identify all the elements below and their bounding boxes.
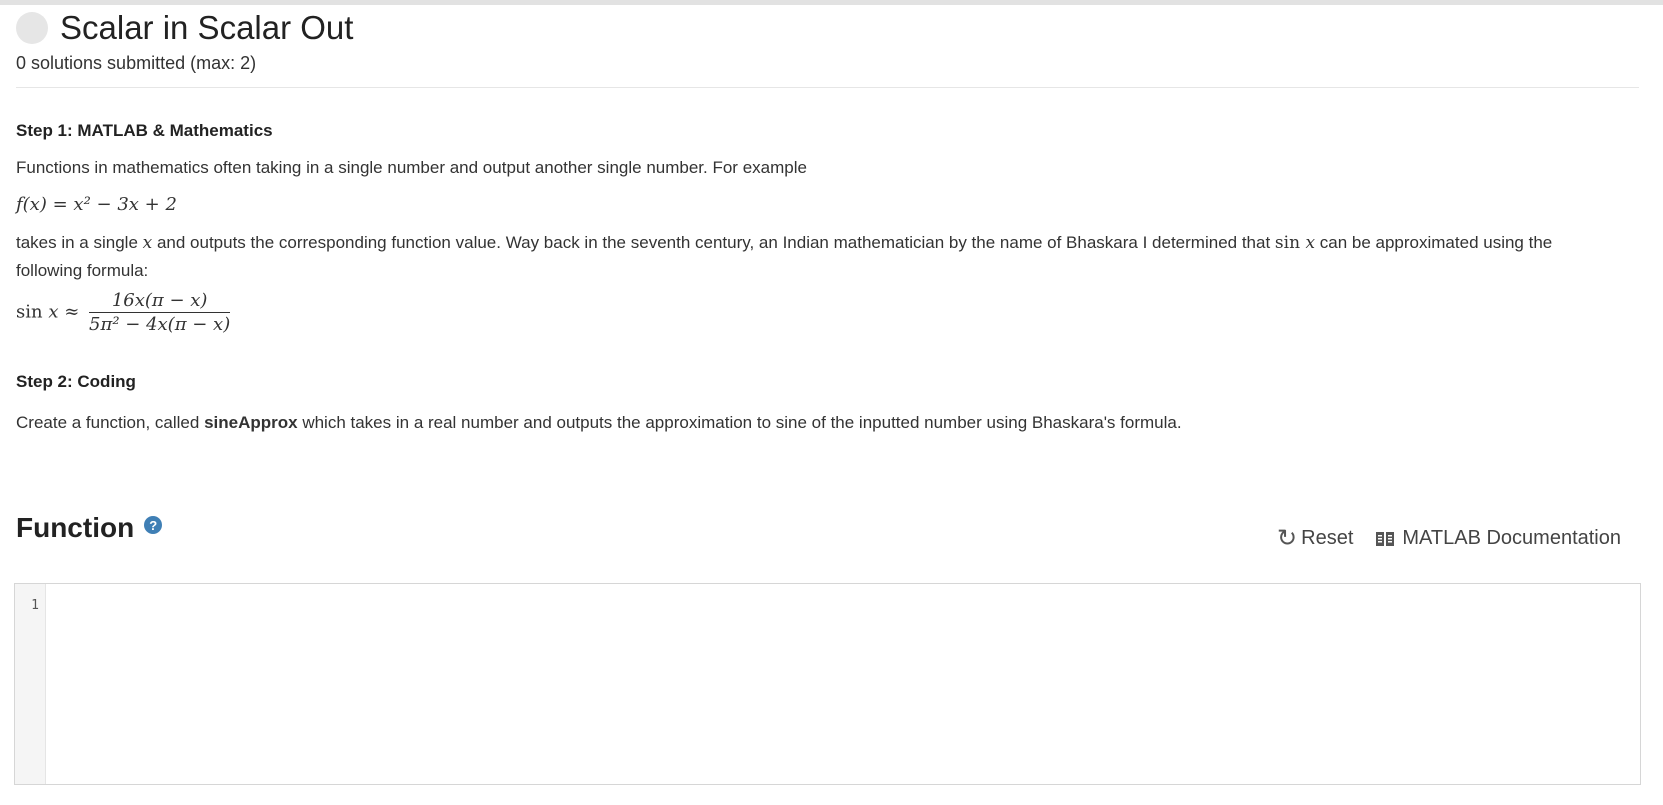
- refresh-icon: ↻: [1277, 525, 1298, 552]
- description-paragraph-2: takes in a single x and outputs the corr…: [16, 233, 1553, 280]
- fraction-numerator: 16x(π − x): [89, 290, 231, 313]
- step1-heading: Step 1: MATLAB & Mathematics: [16, 121, 273, 140]
- top-border: [0, 0, 1663, 5]
- header-divider: [16, 87, 1639, 88]
- step2-heading: Step 2: Coding: [16, 372, 136, 391]
- problem-header: Scalar in Scalar Out: [16, 8, 353, 48]
- equation-quadratic: f(x) = x² − 3x + 2: [16, 194, 177, 215]
- code-input-area[interactable]: [47, 584, 1640, 784]
- reset-button[interactable]: ↻ Reset: [1277, 524, 1353, 553]
- problem-title: Scalar in Scalar Out: [60, 9, 354, 46]
- fraction-denominator: 5π² − 4x(π − x): [89, 314, 231, 335]
- code-editor[interactable]: 1: [14, 583, 1641, 785]
- fraction: 16x(π − x) 5π² − 4x(π − x): [89, 290, 231, 335]
- line-number-gutter: 1: [15, 584, 46, 784]
- function-section-heading: Function ?: [16, 512, 163, 544]
- editor-toolbar: ↻ Reset MATLAB Documentation: [1277, 524, 1621, 553]
- description-paragraph-3: Create a function, called sineApprox whi…: [16, 413, 1182, 432]
- description-paragraph-1: Functions in mathematics often taking in…: [16, 158, 807, 177]
- submission-count: 0 solutions submitted (max: 2): [16, 53, 257, 73]
- line-number: 1: [31, 598, 39, 613]
- question-circle-icon[interactable]: ?: [144, 516, 163, 534]
- equation-bhaskara: sin x ≈ 16x(π − x) 5π² − 4x(π − x): [16, 290, 231, 335]
- solution-status-indicator: [16, 12, 48, 44]
- function-name: sineApprox: [204, 413, 298, 432]
- matlab-documentation-link[interactable]: MATLAB Documentation: [1375, 527, 1621, 550]
- book-icon: [1376, 531, 1395, 546]
